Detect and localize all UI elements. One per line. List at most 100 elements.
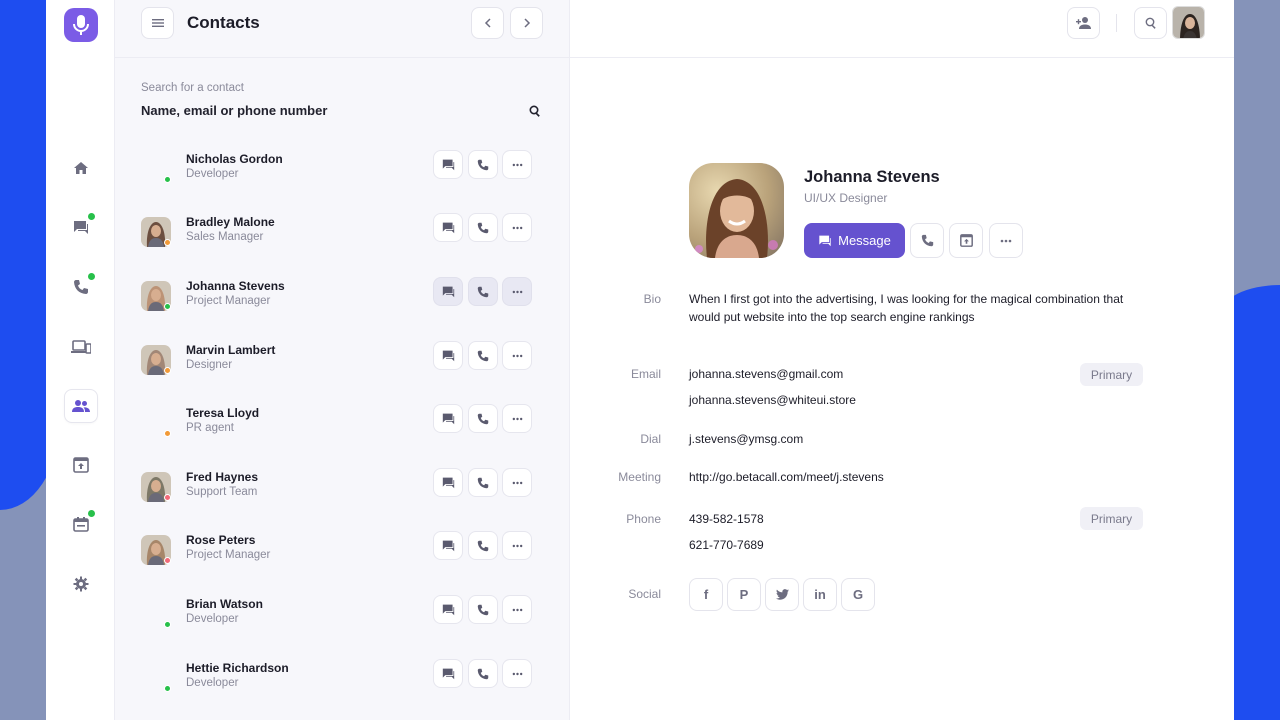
user-avatar[interactable] [1172, 6, 1205, 39]
contact-more-button[interactable] [502, 468, 532, 497]
email-label: Email [630, 367, 661, 381]
contact-message-button[interactable] [433, 404, 463, 433]
contact-message-button[interactable] [433, 213, 463, 242]
contact-more-button[interactable] [502, 404, 532, 433]
contact-more-button[interactable] [502, 277, 532, 306]
status-dot [164, 685, 171, 692]
contact-call-button[interactable] [468, 150, 498, 179]
sidebar-item-contacts[interactable] [64, 389, 98, 423]
phone-icon [477, 222, 489, 233]
sidebar-item-home[interactable] [64, 151, 98, 185]
contact-message-button[interactable] [433, 531, 463, 560]
status-dot [164, 367, 171, 374]
contact-call-button[interactable] [468, 213, 498, 242]
add-contact-button[interactable] [1067, 7, 1100, 39]
contact-search[interactable]: Search for a contact Name, email or phon… [141, 82, 541, 126]
app-logo[interactable] [64, 8, 98, 42]
contact-more-button[interactable] [502, 595, 532, 624]
global-search-button[interactable] [1134, 7, 1167, 39]
contact-message-button[interactable] [433, 150, 463, 179]
search-input[interactable]: Name, email or phone number [141, 103, 541, 118]
facebook-icon: f [703, 587, 709, 602]
contact-message-button[interactable] [433, 341, 463, 370]
contact-row[interactable]: Hettie Richardson Developer [141, 657, 543, 697]
contact-call-button[interactable] [468, 468, 498, 497]
meeting-link[interactable]: http://go.betacall.com/meet/j.stevens [689, 468, 884, 486]
contact-row[interactable]: Fred Haynes Support Team [141, 466, 543, 506]
contact-more-button[interactable] [502, 213, 532, 242]
phone-icon [477, 159, 489, 170]
social-label: Social [628, 587, 661, 601]
chat-icon [442, 668, 454, 680]
contact-row[interactable]: Johanna Stevens Project Manager [141, 275, 543, 315]
more-icon [1000, 239, 1012, 242]
contact-row[interactable]: Rose Peters Project Manager [141, 529, 543, 569]
contact-row[interactable]: Bradley Malone Sales Manager [141, 211, 543, 251]
contact-more-button[interactable] [502, 341, 532, 370]
chat-icon [819, 235, 831, 247]
contact-row[interactable]: Brian Watson Developer [141, 593, 543, 633]
contact-call-button[interactable] [468, 341, 498, 370]
message-button-label: Message [838, 233, 891, 248]
pinterest-icon: P [739, 587, 749, 602]
search-icon [1145, 17, 1156, 29]
more-icon [512, 608, 522, 611]
menu-button[interactable] [141, 7, 174, 39]
contacts-panel: Contacts Search for a contact Name, emai… [115, 0, 570, 720]
linkedin-button[interactable]: in [803, 578, 837, 611]
contact-call-button[interactable] [468, 404, 498, 433]
contact-role: Developer [186, 613, 239, 625]
next-button[interactable] [510, 7, 543, 39]
chevron-left-icon [484, 18, 491, 28]
contact-row[interactable]: Teresa Lloyd PR agent [141, 402, 543, 442]
more-icon [512, 226, 522, 229]
sidebar-item-settings[interactable] [64, 567, 98, 601]
twitter-icon [775, 589, 789, 600]
contact-message-button[interactable] [433, 659, 463, 688]
contact-more-button[interactable] [502, 150, 532, 179]
sidebar-item-calls[interactable] [64, 270, 98, 304]
contacts-icon [72, 400, 90, 412]
contact-call-button[interactable] [468, 277, 498, 306]
contact-more-button[interactable] [502, 659, 532, 688]
contact-call-button[interactable] [468, 595, 498, 624]
phone-primary[interactable]: 439-582-1578 [689, 510, 764, 528]
facebook-button[interactable]: f [689, 578, 723, 611]
contact-message-button[interactable] [433, 468, 463, 497]
search-button[interactable] [529, 104, 541, 122]
contact-role: Developer [186, 168, 239, 180]
contact-call-button[interactable] [468, 659, 498, 688]
twitter-button[interactable] [765, 578, 799, 611]
contact-row[interactable]: Marvin Lambert Designer [141, 339, 543, 379]
notification-dot [88, 273, 95, 280]
google-button[interactable]: G [841, 578, 875, 611]
sidebar-item-messages[interactable] [64, 210, 98, 244]
more-options-button[interactable] [989, 223, 1023, 258]
contact-call-button[interactable] [468, 531, 498, 560]
dial-value[interactable]: j.stevens@ymsg.com [689, 430, 803, 448]
contact-row[interactable]: Nicholas Gordon Developer [141, 148, 543, 188]
email-primary[interactable]: johanna.stevens@gmail.com [689, 365, 843, 383]
sidebar-item-calendar[interactable] [64, 507, 98, 541]
share-button[interactable] [949, 223, 983, 258]
pinterest-button[interactable]: P [727, 578, 761, 611]
contact-name: Fred Haynes [186, 470, 259, 484]
previous-button[interactable] [471, 7, 504, 39]
contact-more-button[interactable] [502, 531, 532, 560]
contact-message-button[interactable] [433, 595, 463, 624]
contact-role: PR agent [186, 422, 234, 434]
sidebar-item-devices[interactable] [64, 330, 98, 364]
primary-badge: Primary [1080, 507, 1143, 530]
status-dot [164, 239, 171, 246]
chat-icon [442, 159, 454, 171]
contact-role: Sales Manager [186, 231, 264, 243]
phone-label: Phone [626, 512, 661, 526]
sidebar-item-upload[interactable] [64, 448, 98, 482]
message-button[interactable]: Message [804, 223, 905, 258]
call-button[interactable] [910, 223, 944, 258]
contact-name: Nicholas Gordon [186, 152, 283, 166]
email-secondary[interactable]: johanna.stevens@whiteui.store [689, 391, 856, 409]
contact-role: Project Manager [186, 549, 271, 561]
contact-message-button[interactable] [433, 277, 463, 306]
phone-secondary[interactable]: 621-770-7689 [689, 536, 764, 554]
